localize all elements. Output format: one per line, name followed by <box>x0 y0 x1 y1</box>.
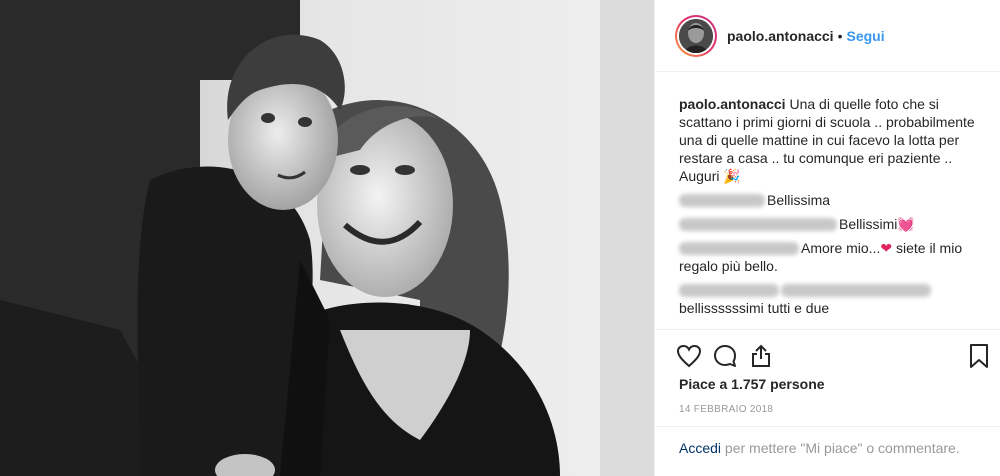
likes-count[interactable]: Piace a 1.757 persone <box>679 376 825 392</box>
blurred-username <box>679 284 779 297</box>
blurred-username <box>679 218 837 231</box>
list-item: Bellissimi💓 <box>679 215 979 233</box>
blurred-username <box>679 242 799 255</box>
share-button[interactable] <box>747 342 775 370</box>
caption-username[interactable]: paolo.antonacci <box>679 96 786 112</box>
comment-text: bellissssssimi tutti e due <box>679 300 830 316</box>
list-item: bellissssssimi tutti e due <box>679 281 979 317</box>
share-icon <box>752 344 770 367</box>
blurred-mention <box>781 284 931 297</box>
author-username[interactable]: paolo.antonacci <box>727 28 834 44</box>
post-side-panel: paolo.antonacci • Segui paolo.antonacci … <box>654 0 1000 476</box>
login-link[interactable]: Accedi <box>679 440 721 456</box>
comment-icon <box>714 345 736 367</box>
login-prompt-text: per mettere "Mi piace" o commentare. <box>721 440 960 456</box>
save-button[interactable] <box>965 342 993 370</box>
comment-text: Bellissima <box>767 192 831 208</box>
login-prompt: Accedi per mettere "Mi piace" o commenta… <box>655 426 1000 476</box>
post-date[interactable]: 14 FEBBRAIO 2018 <box>679 404 773 415</box>
comment-text: Amore mio... <box>801 240 881 256</box>
blurred-username <box>679 194 765 207</box>
sparkle-heart-emoji: 💓 <box>897 216 915 232</box>
avatar-image <box>679 18 713 53</box>
post-photo[interactable] <box>0 0 654 476</box>
photo-image <box>0 0 654 476</box>
comment-button[interactable] <box>711 342 739 370</box>
list-item: Amore mio...❤ siete il mio regalo più be… <box>679 239 979 275</box>
follow-button[interactable]: Segui <box>846 28 884 44</box>
separator-dot: • <box>837 27 843 44</box>
list-item: Bellissima <box>679 191 979 209</box>
party-emoji: 🎉 <box>723 168 741 184</box>
post-header: paolo.antonacci • Segui <box>655 0 1000 72</box>
bookmark-icon <box>970 344 988 368</box>
avatar[interactable] <box>675 14 717 57</box>
heart-icon <box>676 344 702 368</box>
red-heart-emoji: ❤ <box>880 240 893 256</box>
action-bar <box>655 329 1000 373</box>
like-button[interactable] <box>675 342 703 370</box>
comments-list[interactable]: paolo.antonacci Una di quelle foto che s… <box>655 73 1000 329</box>
comment-text: Bellissimi <box>839 216 898 232</box>
caption: paolo.antonacci Una di quelle foto che s… <box>679 95 979 185</box>
